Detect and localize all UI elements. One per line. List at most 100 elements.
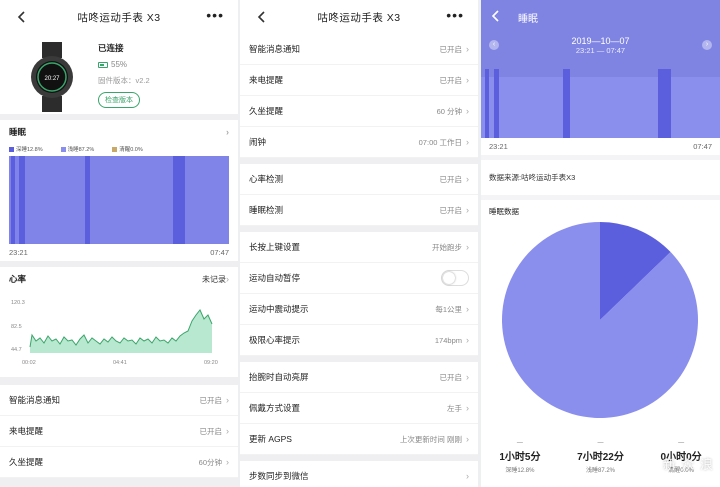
back-icon[interactable]: [491, 9, 500, 25]
chevron-right-icon: ›: [466, 335, 469, 345]
row-label: 运动中震动提示: [249, 304, 309, 314]
hr-x-tick: 00:02: [22, 360, 36, 366]
row-label: 抬腕时自动亮屏: [249, 372, 309, 382]
watch-image: 20:27: [31, 42, 73, 112]
deep-sleep-segment: [173, 156, 185, 244]
settings-list-screen: 咕咚运动手表 X3 ••• 智能消息通知 已开启 › 来电提醒 已开启 › 久坐提醒 60…: [240, 0, 478, 487]
more-icon[interactable]: •••: [206, 8, 224, 22]
hr-y-top: 120.3: [11, 300, 25, 306]
row-value: 开始跑步: [432, 242, 462, 252]
connection-status: 已连接: [98, 43, 124, 53]
chevron-right-icon: ›: [466, 174, 469, 184]
chevron-right-icon: ›: [466, 372, 469, 382]
sleep-header: 睡眠 ‹ › 2019—10—07 23:21 — 07:47: [481, 0, 720, 138]
row-value: 已开启: [439, 205, 463, 215]
top-bar: 咕咚运动手表 X3 •••: [240, 0, 478, 34]
watermark: 新 众 浪: [662, 457, 714, 472]
settings-row[interactable]: 抬腕时自动亮屏 已开启 ›: [240, 362, 478, 393]
battery-level: 55%: [111, 60, 128, 69]
deep-sleep-segment: [85, 156, 90, 244]
firmware-version: 固件版本：v2.2: [98, 76, 150, 85]
hr-x-tick: 04:41: [113, 360, 127, 366]
chevron-right-icon: ›: [466, 205, 469, 215]
settings-row[interactable]: 智能消息通知 已开启 ›: [240, 34, 478, 65]
page-title: 睡眠: [518, 13, 538, 25]
settings-row[interactable]: 长按上键设置 开始跑步 ›: [240, 232, 478, 263]
heart-rate-chart: 120.3 82.5 44.7 00:02 04:41 09:20: [11, 300, 218, 366]
sleep-timeline: [481, 69, 720, 138]
settings-row[interactable]: 来电提醒 已开启 ›: [0, 416, 238, 447]
stat-label: 深睡12.8%: [505, 468, 535, 474]
hr-y-mid: 82.5: [11, 324, 22, 330]
settings-row[interactable]: 久坐提醒 60 分钟 ›: [240, 96, 478, 127]
row-label: 佩戴方式设置: [249, 403, 301, 413]
sleep-card[interactable]: 睡眠 › 深睡12.8% 浅睡87.2% 清醒0.0% 23:21 07:47: [0, 120, 238, 261]
row-label: 睡眠检测: [249, 205, 284, 215]
heart-rate-card[interactable]: 心率 未记录› 120.3 82.5 44.7 00:02 04:41 09:20: [0, 267, 238, 377]
row-value: 已开启: [439, 75, 463, 85]
settings-row[interactable]: 极限心率提示 174bpm ›: [240, 325, 478, 356]
settings-row[interactable]: 运动中震动提示 每1公里 ›: [240, 294, 478, 325]
settings-row[interactable]: 步数同步到微信 ›: [240, 461, 478, 487]
chevron-right-icon: ›: [466, 471, 469, 481]
sleep-date: 2019—10—07: [571, 36, 630, 46]
settings-row[interactable]: 来电提醒 已开启 ›: [240, 65, 478, 96]
settings-row[interactable]: 睡眠检测 已开启 ›: [240, 195, 478, 226]
row-label: 来电提醒: [249, 75, 284, 85]
settings-row[interactable]: 久坐提醒 60分钟 ›: [0, 447, 238, 478]
heart-status: 未记录: [202, 274, 226, 284]
row-label: 来电提醒: [9, 426, 44, 436]
sleep-start: 23:21: [489, 142, 508, 151]
page-title: 咕咚运动手表 X3: [317, 11, 401, 24]
row-label: 长按上键设置: [249, 242, 301, 252]
chevron-right-icon: ›: [466, 434, 469, 444]
settings-row[interactable]: 智能消息通知 已开启 ›: [0, 385, 238, 416]
row-value: 07:00 工作日: [418, 137, 462, 147]
sleep-range: 23:21 — 07:47: [575, 46, 626, 55]
top-bar: 咕咚运动手表 X3 •••: [0, 0, 238, 34]
settings-row[interactable]: 佩戴方式设置 左手 ›: [240, 393, 478, 424]
settings-row[interactable]: 心率检测 已开启 ›: [240, 164, 478, 195]
deep-sleep-segment: [494, 69, 499, 138]
deep-sleep-segment: [11, 156, 15, 244]
heart-title: 心率: [9, 274, 27, 284]
row-value: 已开启: [199, 426, 223, 436]
row-label: 闹钟: [249, 137, 267, 147]
hr-y-low: 44.7: [11, 347, 22, 353]
device-card: 20:27 已连接 55% 固件版本：v2.2 检查版本: [0, 34, 238, 114]
back-icon[interactable]: [254, 8, 268, 26]
row-label: 步数同步到微信: [249, 471, 309, 481]
data-source: 数据来源:咕咚运动手表X3: [481, 155, 720, 195]
chevron-right-icon: ›: [466, 44, 469, 54]
chevron-right-icon: ›: [226, 457, 229, 467]
row-label: 智能消息通知: [9, 395, 61, 405]
row-label: 极限心率提示: [249, 335, 301, 345]
deep-sleep-segment: [658, 69, 671, 138]
legend-light: 浅睡87.2%: [67, 147, 95, 153]
settings-row[interactable]: 更新 AGPS 上次更新时间 刚刚 ›: [240, 424, 478, 455]
chevron-right-icon: ›: [466, 242, 469, 252]
stat-value: 1小时5分: [499, 452, 541, 463]
row-label: 运动自动暂停: [249, 273, 301, 283]
watch-time: 20:27: [44, 76, 60, 82]
auto-pause-toggle[interactable]: [441, 270, 469, 286]
sleep-detail-screen: 睡眠 ‹ › 2019—10—07 23:21 — 07:47 23:21 07:4…: [481, 0, 720, 487]
chevron-right-icon: ›: [466, 403, 469, 413]
check-version-button[interactable]: 检查版本: [98, 92, 140, 108]
more-icon[interactable]: •••: [446, 8, 464, 22]
battery-icon: [98, 61, 108, 68]
chevron-right-icon: ›: [226, 127, 229, 137]
sleep-end: 07:47: [210, 248, 229, 257]
row-value: 60 分钟: [436, 106, 462, 116]
sleep-timeline: [9, 156, 229, 244]
deep-sleep-segment: [19, 156, 25, 244]
sleep-legend: 深睡12.8% 浅睡87.2% 清醒0.0%: [0, 144, 238, 154]
back-icon[interactable]: [14, 8, 28, 26]
row-value: 已开启: [199, 395, 223, 405]
row-value: 左手: [447, 403, 462, 413]
row-value: 上次更新时间 刚刚: [399, 434, 462, 444]
legend-swatch: [60, 146, 66, 152]
chevron-right-icon: ›: [466, 137, 469, 147]
settings-row[interactable]: 闹钟 07:00 工作日 ›: [240, 127, 478, 158]
row-value: 每1公里: [435, 304, 462, 314]
